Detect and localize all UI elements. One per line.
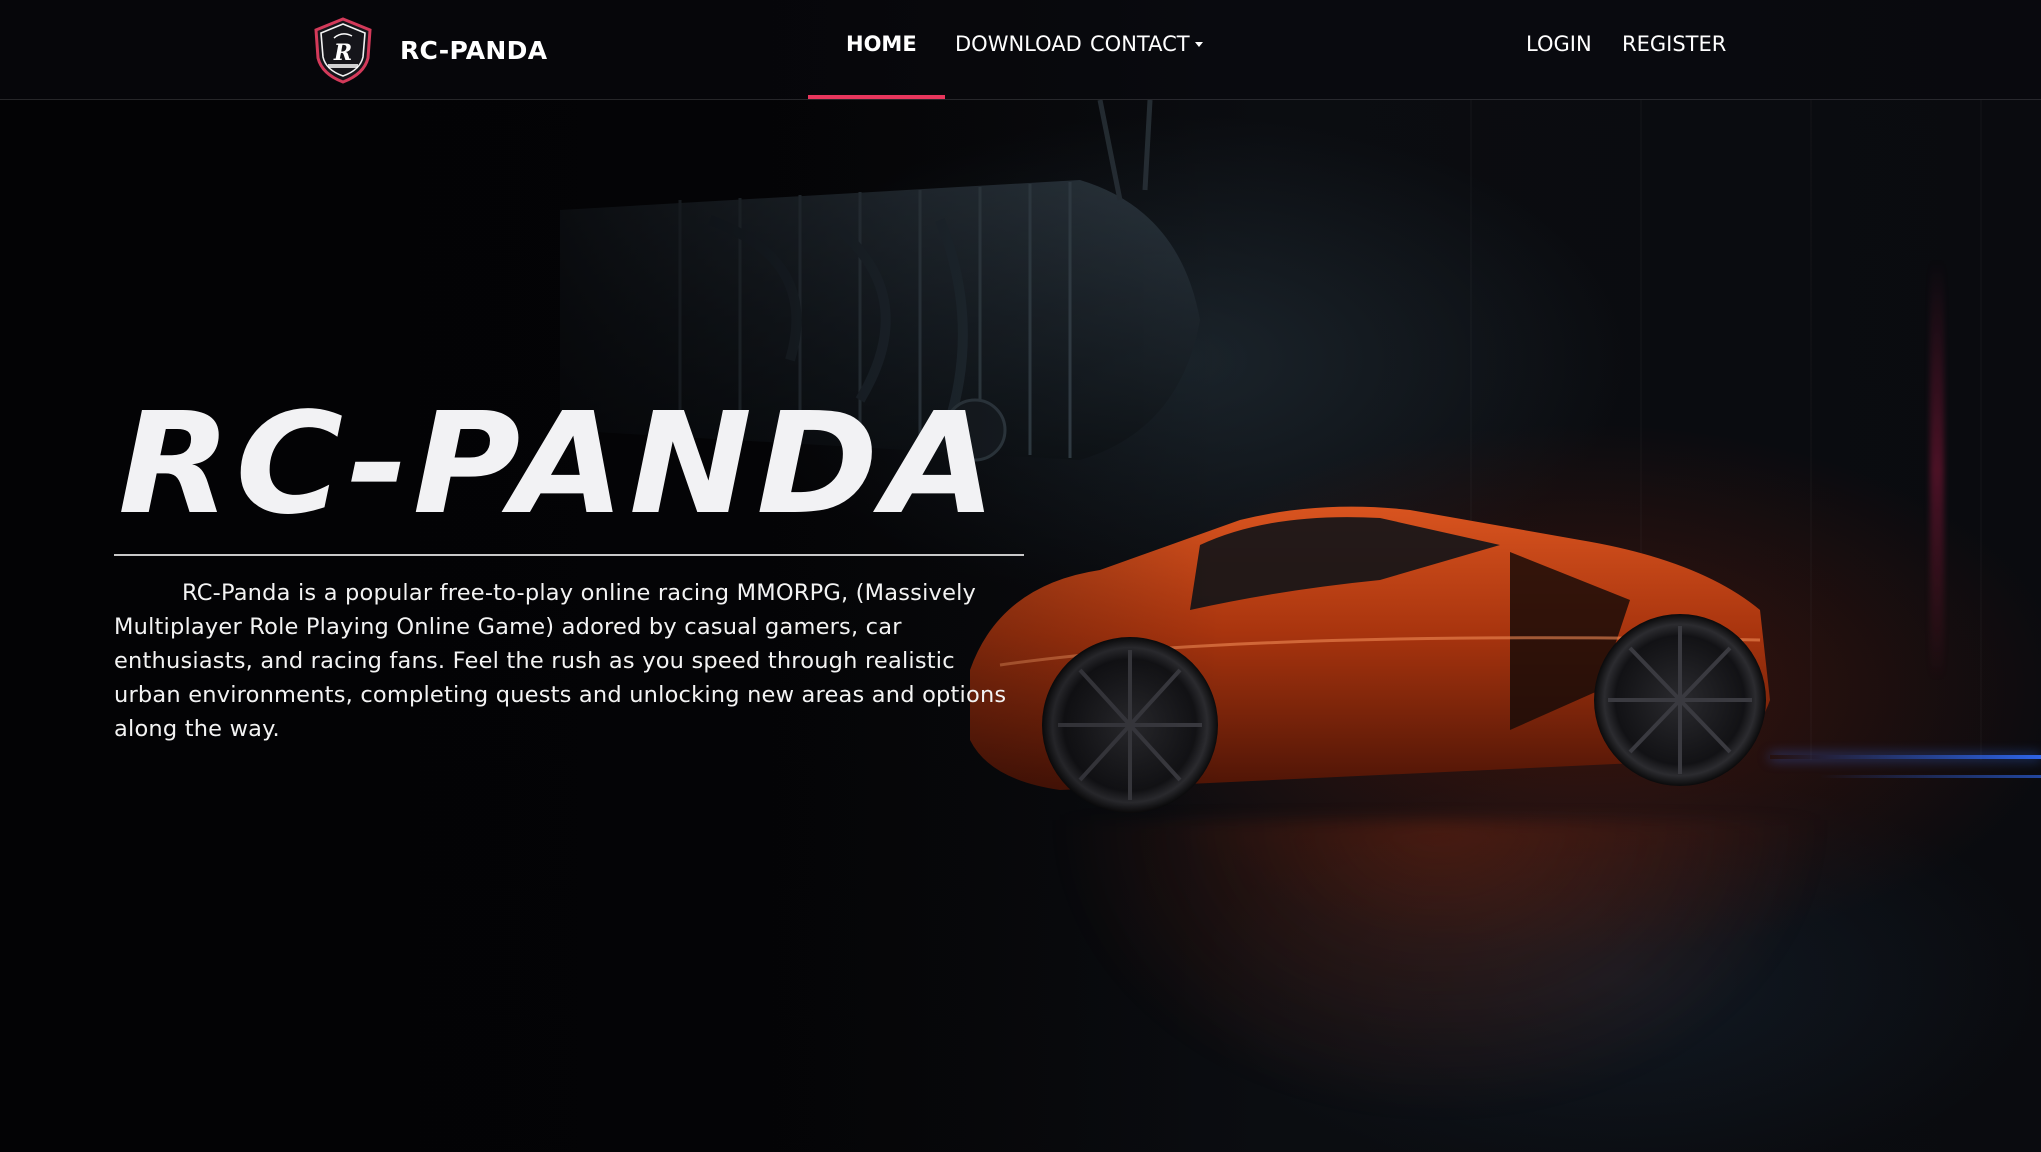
hero-description: RC-Panda is a popular free-to-play onlin…	[114, 580, 1007, 742]
login-link[interactable]: LOGIN	[1526, 32, 1592, 56]
nav-home[interactable]: HOME	[846, 32, 917, 56]
nav-contact[interactable]: CONTACT	[1090, 32, 1190, 56]
page: R RC-PANDA HOME DOWNLOAD CONTACT LOGIN R…	[0, 0, 2041, 1152]
chevron-down-icon[interactable]	[1195, 42, 1203, 47]
active-tab-indicator	[808, 95, 945, 99]
svg-text:R: R	[333, 40, 352, 66]
top-navbar: R RC-PANDA HOME DOWNLOAD CONTACT LOGIN R…	[0, 0, 2041, 100]
brand-name: RC-PANDA	[400, 35, 548, 65]
brand-home-link[interactable]: R RC-PANDA	[312, 16, 547, 84]
shield-logo-icon: R	[314, 17, 372, 84]
register-link[interactable]: REGISTER	[1622, 32, 1726, 56]
hero-divider	[114, 554, 1024, 556]
hero-title: RC-PANDA	[118, 383, 1001, 546]
nav-download[interactable]: DOWNLOAD	[955, 32, 1082, 56]
